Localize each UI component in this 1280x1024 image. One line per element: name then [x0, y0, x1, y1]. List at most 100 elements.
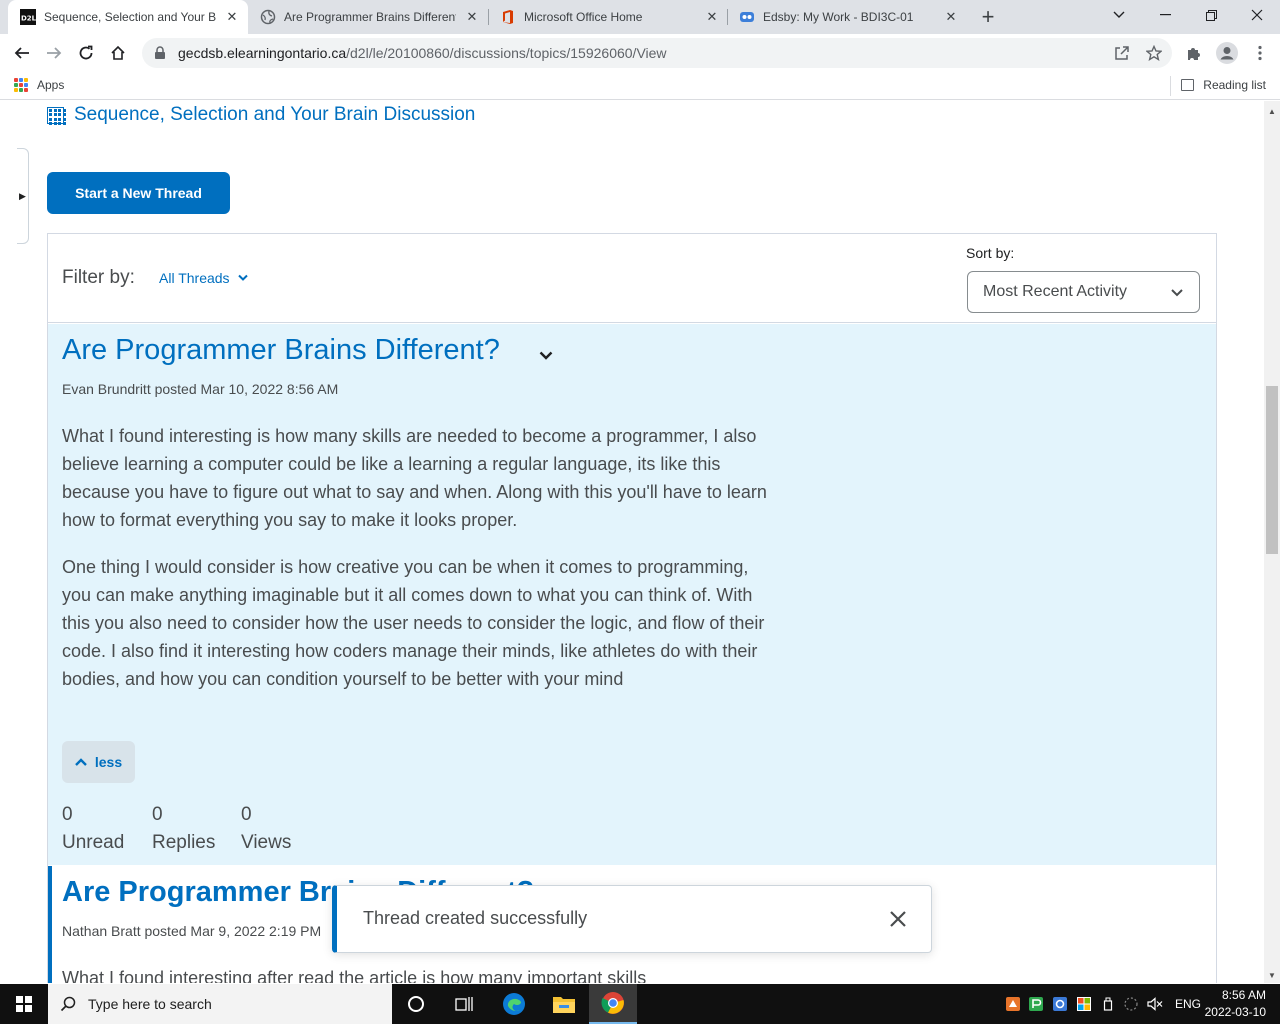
sort-dropdown[interactable]: Most Recent Activity — [967, 271, 1200, 313]
lock-icon[interactable] — [154, 46, 168, 60]
thread-meta: Evan Brundritt posted Mar 10, 2022 8:56 … — [62, 381, 339, 397]
tray-app-icon[interactable] — [1076, 996, 1092, 1012]
reading-list-button[interactable]: Reading list — [1181, 78, 1266, 92]
usb-device-icon[interactable] — [1100, 996, 1116, 1012]
back-arrow-icon[interactable] — [8, 39, 36, 67]
language-indicator[interactable]: ENG — [1175, 997, 1201, 1011]
close-toast-icon[interactable] — [889, 910, 907, 928]
start-new-thread-button[interactable]: Start a New Thread — [47, 172, 230, 214]
close-window-icon[interactable] — [1234, 0, 1280, 30]
sort-label: Sort by: — [966, 245, 1015, 261]
chevron-down-icon — [237, 274, 248, 281]
cortana-icon[interactable] — [392, 984, 440, 1024]
file-explorer-icon[interactable] — [540, 984, 588, 1024]
success-toast: Thread created successfully — [332, 885, 932, 953]
thread-body-preview: What I found interesting after read the … — [62, 968, 647, 983]
filter-sort-bar: Filter by: All Threads Sort by: Most Rec… — [48, 234, 1216, 323]
thread-options-chevron-icon[interactable] — [539, 350, 553, 362]
tab-title: Edsby: My Work - BDI3C-01 — [763, 10, 914, 24]
reading-list-label: Reading list — [1203, 78, 1266, 92]
profile-avatar-icon[interactable] — [1215, 41, 1239, 65]
restore-icon[interactable] — [1188, 0, 1234, 30]
filter-dropdown[interactable]: All Threads — [159, 270, 248, 286]
chrome-taskbar-icon[interactable] — [589, 984, 637, 1024]
minimize-icon[interactable] — [1142, 0, 1188, 30]
stat-label: Unread — [62, 832, 125, 853]
volume-muted-icon[interactable] — [1147, 996, 1163, 1012]
edsby-icon — [739, 9, 755, 25]
task-view-icon[interactable] — [440, 984, 488, 1024]
close-tab-icon[interactable]: ✕ — [704, 9, 720, 25]
thread-meta: Nathan Bratt posted Mar 9, 2022 2:19 PM — [62, 923, 322, 939]
url-path: /d2l/le/20100860/discussions/topics/1592… — [346, 45, 667, 61]
unread-stat: 0 Unread — [62, 801, 124, 857]
tray-app-icon[interactable] — [1052, 996, 1068, 1012]
toast-message: Thread created successfully — [363, 908, 588, 928]
caret-right-icon: ▶ — [19, 190, 26, 201]
forward-arrow-icon[interactable] — [40, 39, 68, 67]
tab-programmer-brains[interactable]: Are Programmer Brains Different ✕ — [248, 0, 488, 34]
clock-date: 2022-03-10 — [1204, 1005, 1266, 1019]
thread-body: What I found interesting is how many ski… — [62, 422, 767, 712]
address-bar[interactable]: gecdsb.elearningontario.ca/d2l/le/201008… — [142, 38, 1172, 68]
menu-kebab-icon[interactable] — [1250, 43, 1270, 63]
breadcrumb[interactable]: Sequence, Selection and Your Brain Discu… — [47, 104, 475, 126]
edge-icon[interactable] — [490, 984, 538, 1024]
reload-icon[interactable] — [72, 39, 100, 67]
stat-label: Views — [241, 832, 292, 853]
close-tab-icon[interactable]: ✕ — [464, 9, 480, 25]
scroll-down-arrow-icon[interactable]: ▼ — [1264, 967, 1280, 983]
show-less-button[interactable]: less — [62, 741, 135, 783]
tab-title: Are Programmer Brains Different — [284, 10, 456, 24]
browser-toolbar: gecdsb.elearningontario.ca/d2l/le/201008… — [0, 34, 1280, 72]
share-icon[interactable] — [1112, 43, 1132, 63]
tab-title: Sequence, Selection and Your Bra — [44, 10, 216, 24]
new-tab-plus-icon[interactable]: + — [976, 4, 1000, 29]
start-button[interactable] — [0, 984, 48, 1024]
system-clock[interactable]: 8:56 AM 2022-03-10 — [1205, 987, 1266, 1021]
stat-count: 0 — [62, 804, 73, 825]
search-icon — [60, 996, 76, 1012]
d2l-logo-icon: D2L — [20, 9, 36, 25]
scroll-up-arrow-icon[interactable]: ▲ — [1264, 103, 1280, 119]
tab-search-chevron-icon[interactable] — [1096, 0, 1142, 30]
thread-title-link[interactable]: Are Programmer Brains Different? — [62, 334, 500, 367]
taskbar-search-box[interactable]: Type here to search — [48, 984, 392, 1024]
url-host: gecdsb.elearningontario.ca — [178, 45, 347, 61]
bookmark-star-icon[interactable] — [1144, 43, 1164, 63]
svg-text:D2L: D2L — [21, 15, 36, 23]
tab-microsoft-office[interactable]: Microsoft Office Home ✕ — [488, 0, 728, 34]
close-tab-icon[interactable]: ✕ — [943, 9, 959, 25]
stat-label: Replies — [152, 832, 216, 853]
thread-item-selected[interactable]: Are Programmer Brains Different? Evan Br… — [48, 324, 1216, 865]
stat-count: 0 — [241, 804, 252, 825]
thread-paragraph: One thing I would consider is how creati… — [62, 557, 765, 689]
globe-icon — [260, 9, 276, 25]
stat-count: 0 — [152, 804, 163, 825]
apps-grid-icon — [14, 78, 28, 92]
page-scrollbar[interactable]: ▲ ▼ — [1264, 101, 1280, 983]
apps-bookmark[interactable]: Apps — [14, 78, 64, 92]
extensions-puzzle-icon[interactable] — [1184, 43, 1204, 63]
tray-app-icon[interactable] — [1028, 996, 1044, 1012]
windows-logo-icon — [16, 996, 32, 1012]
close-tab-icon[interactable]: ✕ — [224, 9, 240, 25]
less-label: less — [94, 754, 123, 770]
windows-taskbar: Type here to search ENG 8:56 AM 2022-03-… — [0, 984, 1280, 1024]
tray-app-icon[interactable] — [1005, 996, 1021, 1012]
home-icon[interactable] — [104, 39, 132, 67]
tab-sequence-selection[interactable]: D2L Sequence, Selection and Your Bra ✕ — [8, 0, 248, 34]
clock-time: 8:56 AM — [1221, 988, 1266, 1002]
browser-tab-strip: D2L Sequence, Selection and Your Bra ✕ A… — [0, 0, 1280, 34]
thread-paragraph: What I found interesting is how many ski… — [62, 426, 767, 530]
bookmarks-bar: Apps Reading list — [0, 72, 1280, 100]
filter-label: Filter by: — [62, 267, 135, 288]
network-icon[interactable] — [1123, 996, 1139, 1012]
side-panel-toggle[interactable]: ▶ — [17, 148, 29, 244]
replies-stat: 0 Replies — [152, 801, 215, 857]
scrollbar-thumb[interactable] — [1266, 386, 1278, 554]
apps-label: Apps — [37, 78, 65, 92]
filter-value: All Threads — [159, 270, 230, 286]
breadcrumb-link[interactable]: Sequence, Selection and Your Brain Discu… — [74, 104, 475, 126]
tab-edsby[interactable]: Edsby: My Work - BDI3C-01 ✕ — [727, 0, 967, 34]
